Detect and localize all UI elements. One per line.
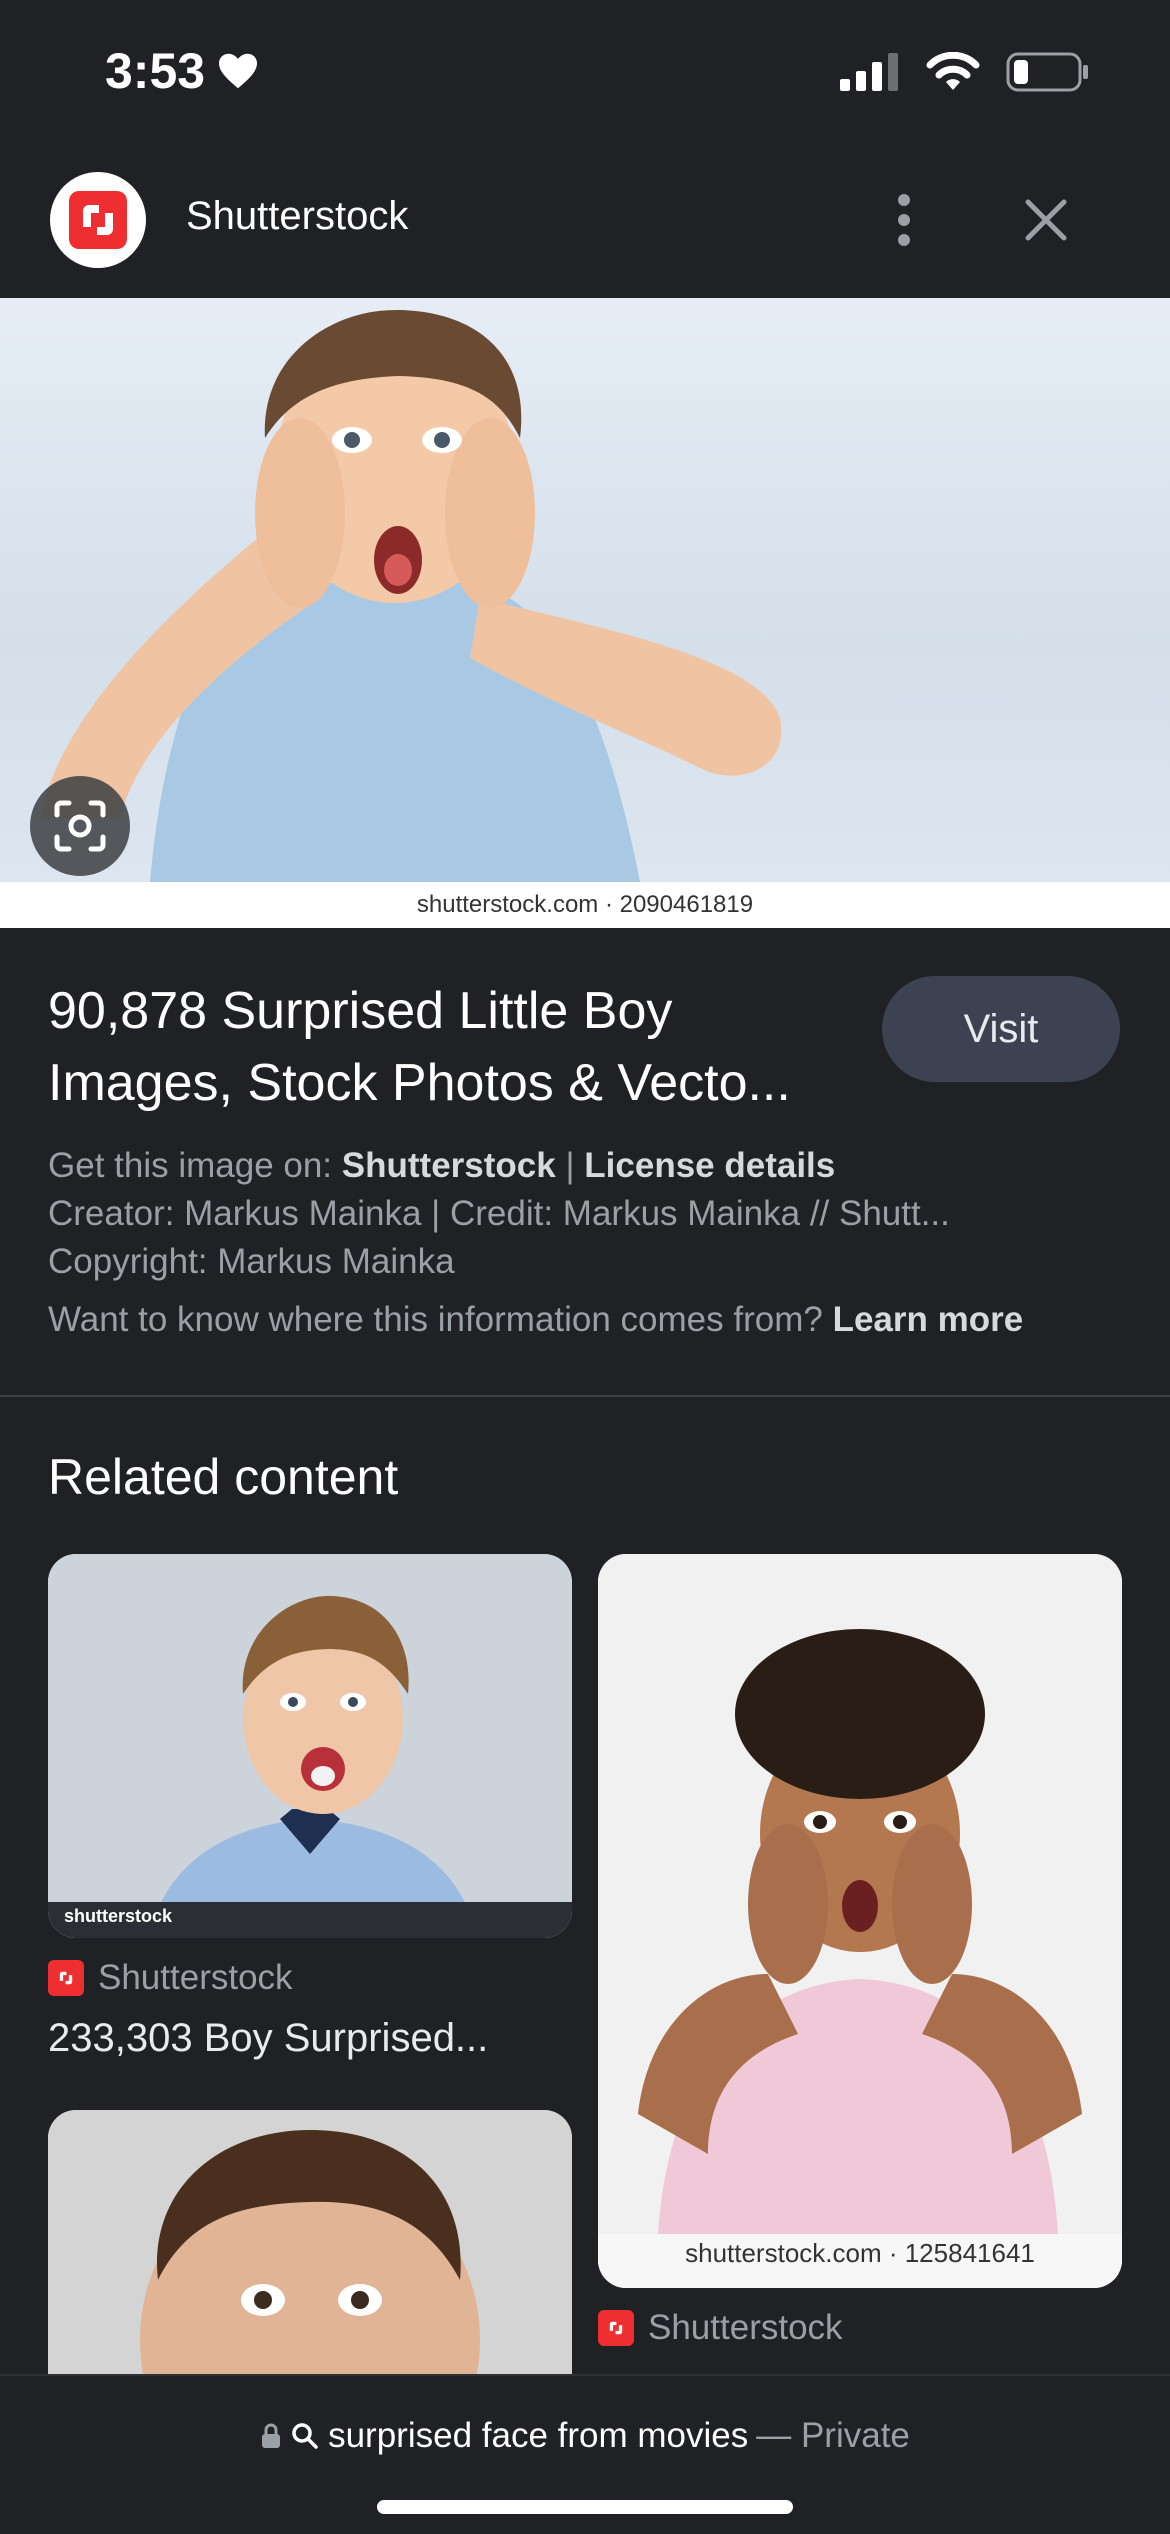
more-vertical-icon xyxy=(898,194,910,246)
get-image-source-link[interactable]: Shutterstock xyxy=(342,1146,556,1185)
main-preview-image[interactable]: shutterstock.com · 2090461819 xyxy=(0,298,1170,928)
heart-icon xyxy=(219,53,258,89)
close-icon xyxy=(1025,199,1067,241)
lock-icon xyxy=(262,2423,281,2448)
site-logo[interactable] xyxy=(50,172,146,268)
lens-icon xyxy=(54,800,106,852)
time-text: 3:53 xyxy=(105,43,206,99)
shutterstock-mini-logo-icon xyxy=(48,1960,84,1996)
related-card-source-1[interactable]: Shutterstock xyxy=(48,1958,293,1998)
watermark-text: shutterstock xyxy=(64,1906,173,1926)
related-photo-2 xyxy=(598,1554,1122,2288)
related-content-heading: Related content xyxy=(48,1449,399,1505)
bottom-bar: surprised face from movies — Private xyxy=(0,2374,1170,2534)
status-icons xyxy=(840,52,1090,92)
learn-more-link[interactable]: Learn more xyxy=(833,1300,1024,1339)
get-image-line: Get this image on: Shutterstock | Licens… xyxy=(48,1142,1128,1190)
title-line-2: Images, Stock Photos & Vecto... xyxy=(48,1054,791,1112)
result-header: Shutterstock xyxy=(0,160,1170,300)
related-card-source-2[interactable]: Shutterstock xyxy=(598,2308,843,2348)
related-photo-3 xyxy=(48,2110,572,2374)
cellular-signal-icon xyxy=(840,53,898,91)
result-title[interactable]: 90,878 Surprised Little Boy Images, Stoc… xyxy=(48,975,848,1119)
close-button[interactable] xyxy=(1016,190,1076,250)
image-metadata: Get this image on: Shutterstock | Licens… xyxy=(48,1142,1128,1344)
section-divider xyxy=(0,1395,1170,1397)
separator: | xyxy=(565,1146,575,1185)
info-question: Want to know where this information come… xyxy=(48,1300,823,1339)
get-image-label: Get this image on: xyxy=(48,1146,333,1185)
title-line-1: 90,878 Surprised Little Boy xyxy=(48,982,673,1040)
status-bar: 3:53 xyxy=(0,0,1170,150)
creator-line: Creator: Markus Mainka | Credit: Markus … xyxy=(48,1194,950,1233)
shutterstock-mini-logo-icon xyxy=(598,2310,634,2346)
visit-button[interactable]: Visit xyxy=(882,976,1120,1082)
info-source-line: Want to know where this information come… xyxy=(48,1296,1128,1344)
related-card-title-1[interactable]: 233,303 Boy Surprised... xyxy=(48,2016,488,2061)
shutterstock-logo-icon xyxy=(69,191,127,249)
card-source-name: Shutterstock xyxy=(648,2308,843,2347)
wifi-icon xyxy=(926,52,980,90)
address-bar[interactable]: surprised face from movies — Private xyxy=(0,2416,1170,2456)
lens-button[interactable] xyxy=(30,776,130,876)
related-card-image-2[interactable]: shutterstock.com · 125841641 xyxy=(598,1554,1122,2288)
image-caption: shutterstock.com · 2090461819 xyxy=(0,882,1170,928)
status-time: 3:53 xyxy=(105,42,259,100)
search-query: surprised face from movies xyxy=(328,2416,749,2455)
related-card-image-3[interactable] xyxy=(48,2110,572,2374)
license-details-link[interactable]: License details xyxy=(584,1146,835,1185)
home-indicator[interactable] xyxy=(377,2500,793,2514)
search-icon xyxy=(292,2423,318,2449)
more-options-button[interactable] xyxy=(874,190,934,250)
battery-icon xyxy=(1006,52,1088,92)
card-source-name: Shutterstock xyxy=(98,1958,293,1997)
related-card-image-1[interactable]: shutterstock xyxy=(48,1554,572,1938)
site-name[interactable]: Shutterstock xyxy=(186,194,408,239)
boy-photo xyxy=(40,309,782,882)
related-photo-1 xyxy=(48,1554,572,1938)
card-image-caption: shutterstock.com · 125841641 xyxy=(685,2238,1035,2268)
private-label: — Private xyxy=(756,2416,910,2455)
copyright-line: Copyright: Markus Mainka xyxy=(48,1242,455,1281)
